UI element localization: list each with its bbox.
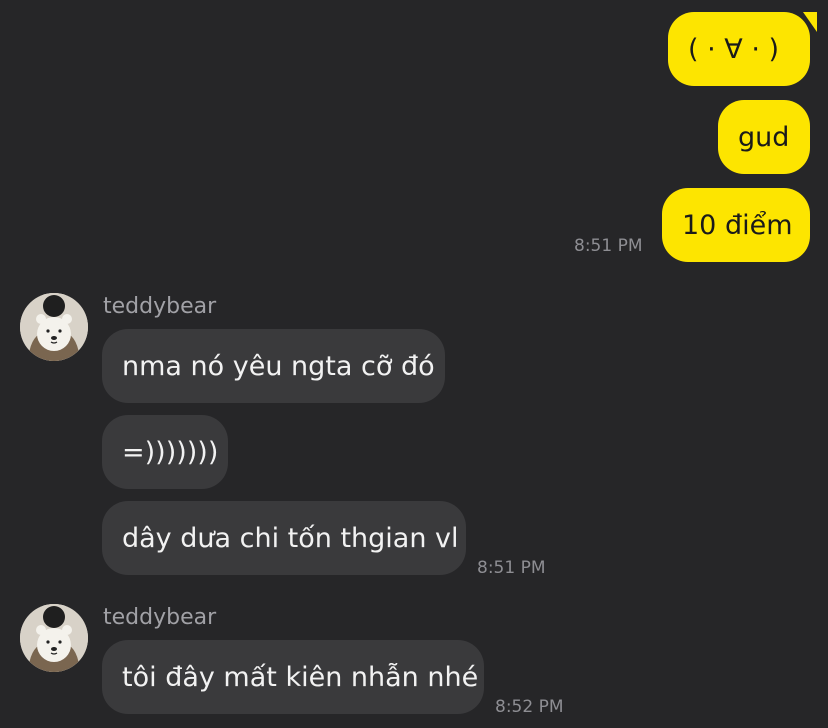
sender-avatar[interactable] <box>20 293 88 361</box>
incoming-message-bubble[interactable]: =))))))) <box>102 415 228 489</box>
message-text: nma nó yêu ngta cỡ đó <box>122 350 435 382</box>
sender-name: teddybear <box>103 605 217 630</box>
message-timestamp: 8:51 PM <box>574 236 643 256</box>
outgoing-message-bubble[interactable]: 10 điểm <box>662 188 810 262</box>
message-text: tôi đây mất kiên nhẫn nhé <box>122 661 479 693</box>
incoming-message-bubble[interactable]: tôi đây mất kiên nhẫn nhé <box>102 640 484 714</box>
chat-thread[interactable]: ( · ∀ · ) gud 10 điểm 8:51 PM teddybear … <box>0 0 828 728</box>
message-timestamp: 8:51 PM <box>477 558 546 578</box>
message-text: =))))))) <box>122 436 219 468</box>
avatar-person-holding-teddy-bear-icon <box>20 604 88 672</box>
message-text: gud <box>738 121 790 153</box>
incoming-message-bubble[interactable]: nma nó yêu ngta cỡ đó <box>102 329 445 403</box>
sender-name: teddybear <box>103 294 217 319</box>
incoming-message-bubble[interactable]: dây dưa chi tốn thgian vl <box>102 501 466 575</box>
message-text: ( · ∀ · ) <box>688 33 780 65</box>
avatar-person-holding-teddy-bear-icon <box>20 293 88 361</box>
message-text: dây dưa chi tốn thgian vl <box>122 522 459 554</box>
sender-avatar[interactable] <box>20 604 88 672</box>
outgoing-message-bubble[interactable]: gud <box>718 100 810 174</box>
message-timestamp: 8:52 PM <box>495 697 564 717</box>
bubble-tail <box>803 12 817 32</box>
outgoing-message-bubble[interactable]: ( · ∀ · ) <box>668 12 817 86</box>
message-text: 10 điểm <box>682 209 793 241</box>
